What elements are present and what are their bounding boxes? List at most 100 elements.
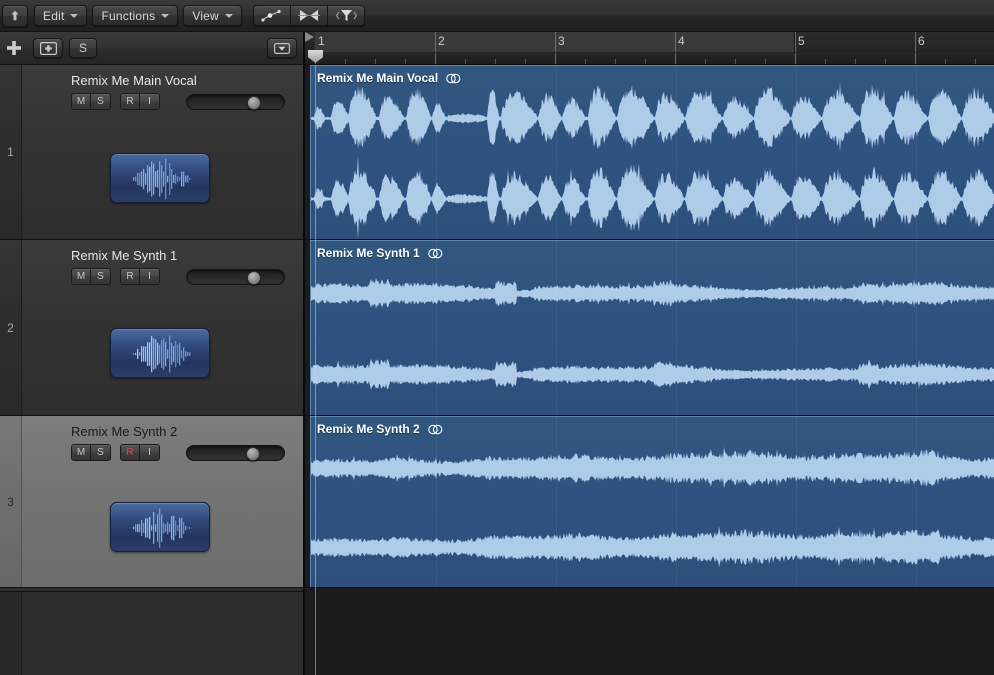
track-name[interactable]: Remix Me Synth 1: [71, 248, 177, 263]
ruler-tick-beat: [585, 59, 586, 64]
ruler-bar-label-3: 3: [558, 34, 565, 48]
timeline-ruler[interactable]: 1 2 3 4 5 6: [305, 32, 994, 65]
region-gridline: [556, 417, 557, 587]
ruler-tick-beat: [345, 59, 346, 64]
audio-track-icon[interactable]: [110, 328, 210, 378]
audio-track-icon[interactable]: [110, 502, 210, 552]
audio-region[interactable]: Remix Me Synth 2: [310, 416, 994, 587]
track-name[interactable]: Remix Me Main Vocal: [71, 73, 197, 88]
region-gridline: [796, 417, 797, 587]
ruler-tick-beat: [645, 59, 646, 64]
add-track-plus-button[interactable]: [1, 38, 27, 58]
volume-slider[interactable]: [186, 93, 285, 110]
track-number: 3: [7, 494, 14, 509]
mute-button[interactable]: M: [71, 268, 91, 285]
functions-menu[interactable]: Functions: [92, 5, 179, 26]
mute-button[interactable]: M: [71, 444, 91, 461]
back-arrow-button[interactable]: [2, 4, 28, 27]
chevron-down-icon: [224, 13, 233, 18]
automation-snap-button[interactable]: [252, 5, 291, 26]
record-button[interactable]: R: [120, 444, 140, 461]
region-title-text: Remix Me Synth 1: [317, 246, 420, 260]
waveform-graphic: [311, 446, 994, 568]
region-gridline: [796, 66, 797, 239]
region-gridline: [916, 417, 917, 587]
track-lane-1[interactable]: Remix Me Main Vocal: [305, 65, 994, 240]
track-lane-2[interactable]: Remix Me Synth 1: [305, 240, 994, 416]
main-toolbar: Edit Functions View: [0, 0, 994, 32]
input-monitor-button[interactable]: I: [140, 93, 160, 110]
ruler-tick-beat: [885, 59, 886, 64]
waveform-graphic: [311, 277, 994, 390]
view-menu[interactable]: View: [183, 5, 242, 26]
audio-track-icon[interactable]: [110, 153, 210, 203]
mute-solo-group: MS: [71, 444, 111, 461]
ruler-tick-beat: [855, 59, 856, 64]
record-input-group: RI: [120, 444, 160, 461]
record-button[interactable]: R: [120, 93, 140, 110]
ruler-tick-bar: [795, 53, 796, 64]
volume-slider-knob[interactable]: [245, 446, 260, 461]
audio-region[interactable]: Remix Me Main Vocal: [310, 65, 994, 239]
region-gridline: [796, 241, 797, 415]
track-headers-panel: 1 Remix Me Main Vocal M S R I 2 Remix Me Synth …: [0, 65, 305, 675]
track-button-row: MSRI: [71, 268, 285, 285]
playhead-marker-icon: [305, 32, 314, 42]
arrange-area[interactable]: Remix Me Main Vocal Remix Me Synth 1 Remix…: [305, 65, 994, 675]
volume-slider-knob[interactable]: [247, 95, 262, 110]
region-title-text: Remix Me Main Vocal: [317, 71, 439, 85]
track-options-menu-button[interactable]: [267, 38, 297, 58]
ruler-bar-label-1: 1: [318, 34, 325, 48]
volume-slider-knob[interactable]: [247, 270, 262, 285]
track-headers-empty-area[interactable]: [0, 591, 305, 675]
panel-divider[interactable]: [303, 32, 305, 675]
mute-button[interactable]: M: [71, 93, 91, 110]
ruler-tick-beat: [975, 59, 976, 64]
track-header-1[interactable]: 1 Remix Me Main Vocal M S R I: [0, 65, 305, 240]
solo-button[interactable]: S: [69, 38, 97, 58]
plus-icon: [7, 41, 21, 55]
record-button[interactable]: R: [120, 268, 140, 285]
daw-window: Edit Functions View S 1 2 3 4 5 6 1 Remi…: [0, 0, 994, 675]
region-gridline: [436, 241, 437, 415]
flex-crossfade-icon: [297, 10, 320, 21]
track-number-column-empty: [0, 592, 22, 675]
ruler-tick-beat: [465, 59, 466, 64]
chevron-down-icon: [70, 13, 79, 18]
track-number-column: 1: [0, 65, 22, 239]
playhead-line: [315, 65, 316, 675]
chevron-down-icon: [161, 13, 170, 18]
input-monitor-button[interactable]: I: [140, 444, 160, 461]
record-input-group: RI: [120, 268, 160, 285]
solo-button[interactable]: S: [91, 268, 111, 285]
arrange-empty-area[interactable]: [305, 591, 994, 675]
volume-slider[interactable]: [186, 444, 285, 461]
stereo-icon: [427, 424, 443, 434]
ruler-tick-beat: [525, 59, 526, 64]
automation-snap-icon: [261, 9, 281, 22]
filter-button[interactable]: [327, 5, 365, 26]
input-monitor-button[interactable]: I: [140, 268, 160, 285]
record-input-group: RI: [120, 93, 160, 110]
region-gridline: [676, 241, 677, 415]
solo-button[interactable]: S: [91, 444, 111, 461]
stereo-indicator: [427, 248, 443, 259]
region-gridline: [436, 66, 437, 239]
edit-menu[interactable]: Edit: [34, 5, 88, 26]
track-header-2[interactable]: 2 Remix Me Synth 1MSRI: [0, 240, 305, 416]
ruler-bar-numbers[interactable]: 1 2 3 4 5 6: [305, 32, 994, 52]
track-icon-waveform: [133, 508, 191, 548]
add-track-icon: [39, 41, 57, 55]
audio-region[interactable]: Remix Me Synth 1: [310, 240, 994, 415]
track-name[interactable]: Remix Me Synth 2: [71, 424, 177, 439]
volume-slider[interactable]: [186, 268, 285, 285]
track-lane-3[interactable]: Remix Me Synth 2: [305, 416, 994, 588]
flex-crossfade-button[interactable]: [290, 5, 328, 26]
region-gridline: [916, 241, 917, 415]
ruler-tick-beat: [945, 59, 946, 64]
track-number: 1: [7, 145, 14, 159]
duplicate-track-button[interactable]: [33, 38, 63, 58]
stereo-indicator: [446, 73, 461, 84]
track-header-3[interactable]: 3 Remix Me Synth 2MSRI: [0, 416, 305, 588]
solo-button[interactable]: S: [91, 93, 111, 110]
